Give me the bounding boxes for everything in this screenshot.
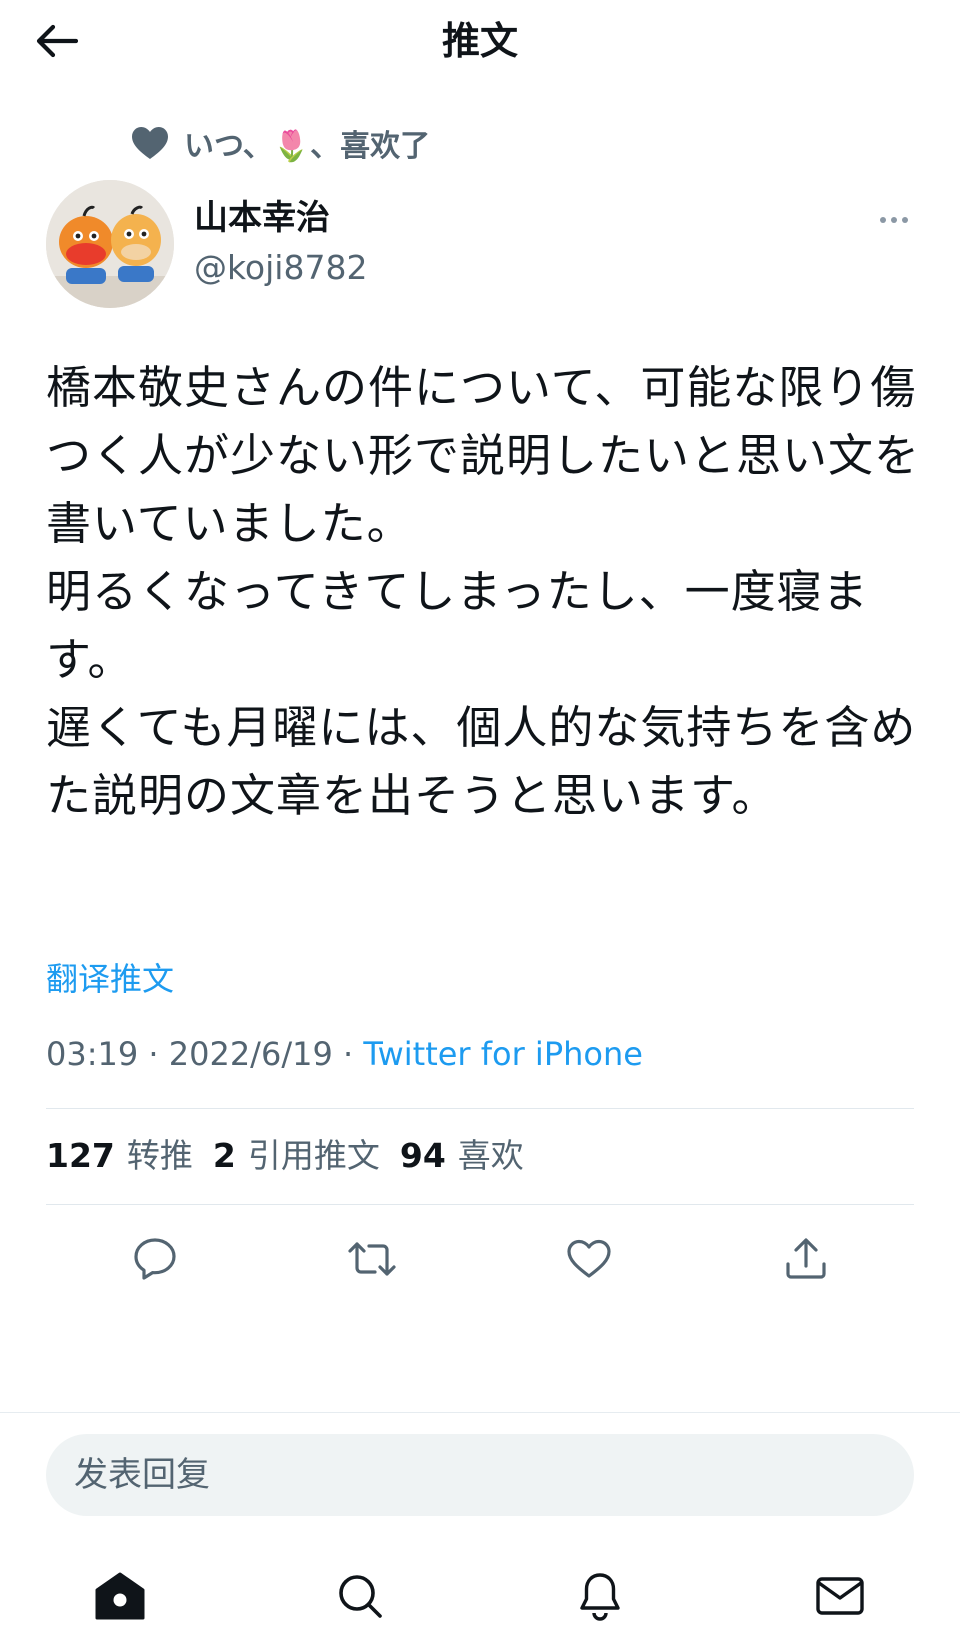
reply-button[interactable] <box>125 1229 185 1289</box>
tweet-metadata: 03:19 · 2022/6/19 · Twitter for iPhone <box>46 1032 643 1076</box>
tweet-source-link[interactable]: Twitter for iPhone <box>363 1035 643 1073</box>
share-icon <box>785 1238 826 1279</box>
tweet-timestamp[interactable]: 03:19 · 2022/6/19 · <box>46 1035 363 1073</box>
divider <box>0 1412 960 1413</box>
likes-stat[interactable]: 94 喜欢 <box>400 1134 524 1178</box>
more-dots-icon <box>880 217 886 223</box>
avatar[interactable] <box>46 180 174 308</box>
social-context[interactable]: いつ、🌷、喜欢了 <box>130 118 430 168</box>
social-context-label: いつ、🌷、喜欢了 <box>184 129 431 164</box>
tab-messages[interactable] <box>805 1561 875 1631</box>
divider <box>46 1204 914 1205</box>
like-button[interactable] <box>559 1229 619 1289</box>
mail-icon <box>816 1577 864 1615</box>
tab-home[interactable] <box>85 1561 155 1631</box>
search-icon <box>339 1575 382 1618</box>
share-button[interactable] <box>776 1229 836 1289</box>
tweet-actions <box>46 1224 914 1294</box>
author-handle[interactable]: @koji8782 <box>194 246 367 290</box>
tweet-text: 橋本敬史さんの件について、可能な限り傷つく人が少ない形で説明したいと思い文を書い… <box>46 361 921 822</box>
quotes-stat[interactable]: 2 引用推文 <box>213 1134 380 1178</box>
tweet-stats: 127 转推 2 引用推文 94 喜欢 <box>46 1134 524 1178</box>
reply-input[interactable] <box>46 1434 914 1516</box>
comment-icon <box>133 1238 176 1280</box>
divider <box>46 1108 914 1109</box>
bell-icon <box>580 1573 620 1621</box>
home-icon <box>95 1572 145 1620</box>
tab-search[interactable] <box>325 1561 395 1631</box>
retweet-button[interactable] <box>342 1229 402 1289</box>
more-options-button[interactable] <box>872 208 916 232</box>
heart-filled-icon <box>132 127 168 159</box>
translate-link[interactable]: 翻译推文 <box>46 957 174 1001</box>
heart-outline-icon <box>566 1239 611 1278</box>
bottom-nav <box>0 1556 960 1636</box>
retweets-stat[interactable]: 127 转推 <box>46 1134 193 1178</box>
author-name[interactable]: 山本幸治 <box>194 196 330 240</box>
page-title: 推文 <box>441 19 518 63</box>
retweet-icon <box>347 1242 396 1276</box>
avatar-image <box>46 180 174 308</box>
tab-notifications[interactable] <box>565 1561 635 1631</box>
